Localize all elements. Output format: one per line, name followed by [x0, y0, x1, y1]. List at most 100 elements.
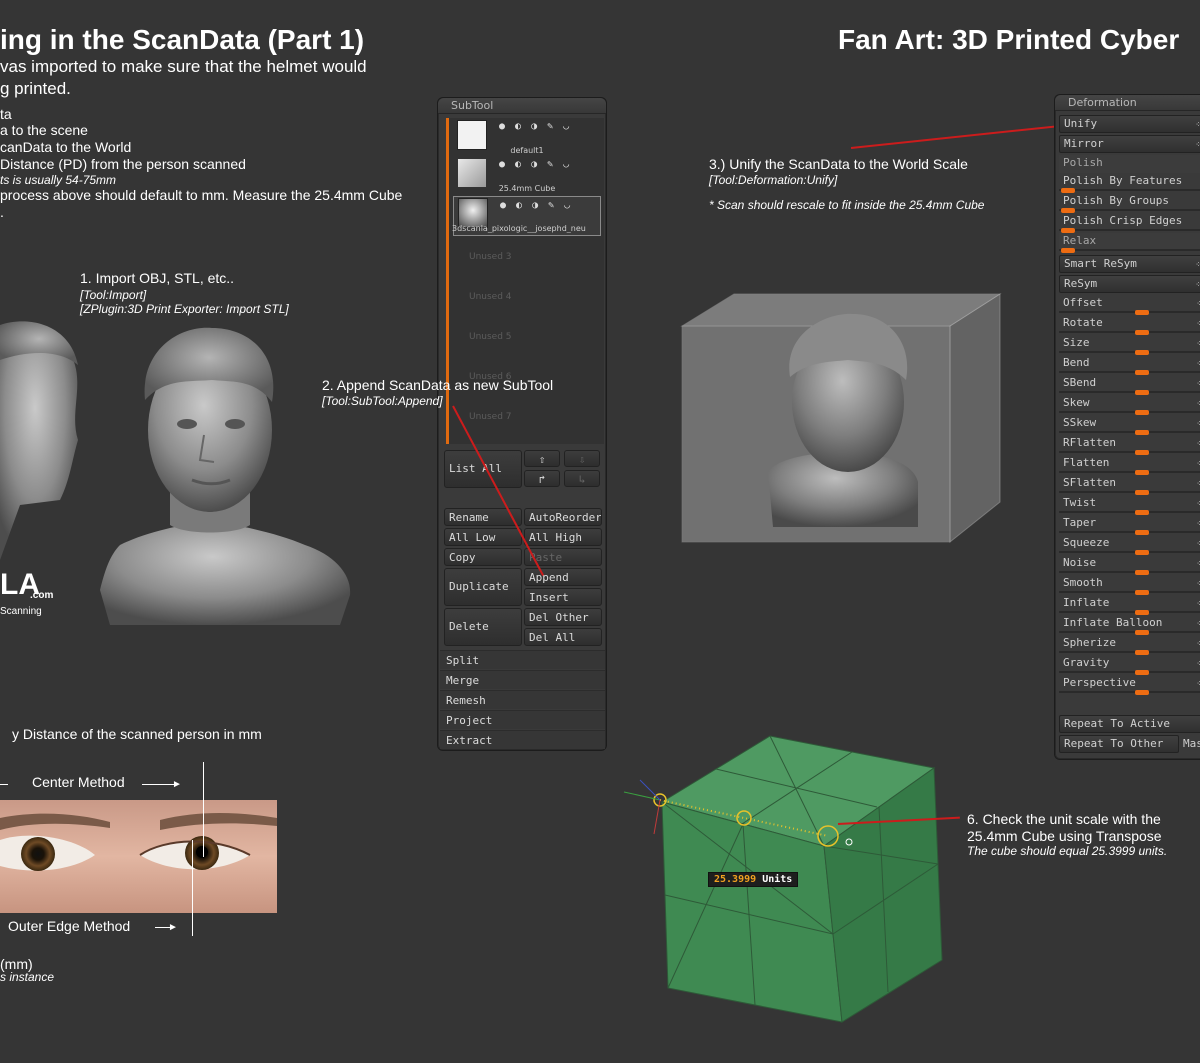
- slider-options-icon[interactable]: ⁘: [1196, 616, 1200, 632]
- deformation-slider-size[interactable]: Size ⁘: [1059, 335, 1200, 355]
- all-low-button[interactable]: All Low: [444, 528, 522, 546]
- deformation-slider-inflate-balloon[interactable]: Inflate Balloon ⁘: [1059, 615, 1200, 635]
- deformation-slider-sbend[interactable]: SBend ⁘: [1059, 375, 1200, 395]
- copy-button[interactable]: Copy: [444, 548, 522, 566]
- deformation-slider-sskew[interactable]: SSkew ⁘: [1059, 415, 1200, 435]
- slider-track[interactable]: [1059, 371, 1200, 373]
- slider-options-icon[interactable]: ⁘: [1196, 316, 1200, 332]
- slider-track[interactable]: [1059, 351, 1200, 353]
- duplicate-button[interactable]: Duplicate: [444, 568, 522, 606]
- extract-section[interactable]: Extract: [440, 730, 605, 749]
- slider-track[interactable]: [1059, 531, 1200, 533]
- deformation-slider-offset[interactable]: Offset ⁘: [1059, 295, 1200, 315]
- subtool-item-cube[interactable]: ● ◐ ◑ ✎ ◡ 25.4mm Cube: [453, 156, 601, 193]
- slider-options-icon[interactable]: ⁘: [1196, 556, 1200, 572]
- deformation-slider-noise[interactable]: Noise ⁘: [1059, 555, 1200, 575]
- subtool-visibility-icons[interactable]: ● ◐ ◑ ✎ ◡: [499, 121, 571, 132]
- subtool-item-default1[interactable]: ● ◐ ◑ ✎ ◡ default1: [453, 118, 601, 155]
- move-up-folder-icon[interactable]: ↱: [524, 470, 560, 487]
- smart-resym-button[interactable]: Smart ReSym⁘: [1059, 255, 1200, 273]
- deformation-slider-inflate[interactable]: Inflate ⁘: [1059, 595, 1200, 615]
- all-high-button[interactable]: All High: [524, 528, 602, 546]
- deformation-slider-bend[interactable]: Bend ⁘: [1059, 355, 1200, 375]
- move-down-folder-icon[interactable]: ↳: [564, 470, 600, 487]
- deformation-slider-flatten[interactable]: Flatten ⁘: [1059, 455, 1200, 475]
- move-down-icon[interactable]: ⇩: [564, 450, 600, 467]
- insert-button[interactable]: Insert: [524, 588, 602, 606]
- repeat-to-other-button[interactable]: Repeat To Other: [1059, 735, 1179, 753]
- slider-track[interactable]: [1059, 611, 1200, 613]
- slider-options-icon[interactable]: ⁘: [1196, 656, 1200, 672]
- slider-options-icon[interactable]: ⁘: [1196, 336, 1200, 352]
- deformation-slider-perspective[interactable]: Perspective ⁘: [1059, 675, 1200, 695]
- subtool-list[interactable]: ● ◐ ◑ ✎ ◡ default1 ● ◐ ◑ ✎ ◡ 25.4mm Cube…: [446, 118, 604, 444]
- deformation-slider-skew[interactable]: Skew ⁘: [1059, 395, 1200, 415]
- subtool-item-scan[interactable]: ● ◐ ◑ ✎ ◡ 3dscanla_pixologic__josephd_ne…: [452, 196, 601, 236]
- unused-slot[interactable]: Unused 7: [469, 412, 512, 422]
- deformation-slider-spherize[interactable]: Spherize ⁘: [1059, 635, 1200, 655]
- unused-slot[interactable]: Unused 4: [469, 292, 512, 302]
- polish-by-groups-slider[interactable]: Polish By Groups: [1059, 193, 1200, 213]
- repeat-to-active-button[interactable]: Repeat To Active: [1059, 715, 1200, 733]
- autoreorder-button[interactable]: AutoReorder: [524, 508, 602, 526]
- slider-track[interactable]: [1059, 591, 1200, 593]
- slider-options-icon[interactable]: ⁘: [1196, 636, 1200, 652]
- deformation-slider-sflatten[interactable]: SFlatten ⁘: [1059, 475, 1200, 495]
- del-other-button[interactable]: Del Other: [524, 608, 602, 626]
- slider-options-icon[interactable]: ⁘: [1196, 356, 1200, 372]
- slider-track[interactable]: [1059, 431, 1200, 433]
- unify-button[interactable]: Unify⁘: [1059, 115, 1200, 133]
- slider-track[interactable]: [1059, 451, 1200, 453]
- subtool-visibility-icons[interactable]: ● ◐ ◑ ✎ ◡: [499, 159, 571, 170]
- delete-button[interactable]: Delete: [444, 608, 522, 646]
- slider-track[interactable]: [1059, 311, 1200, 313]
- slider-track[interactable]: [1059, 651, 1200, 653]
- del-all-button[interactable]: Del All: [524, 628, 602, 646]
- slider-track[interactable]: [1059, 331, 1200, 333]
- unused-slot[interactable]: Unused 5: [469, 332, 512, 342]
- mask-label[interactable]: Mas: [1183, 737, 1200, 750]
- deformation-slider-rflatten[interactable]: RFlatten ⁘: [1059, 435, 1200, 455]
- slider-track[interactable]: [1059, 471, 1200, 473]
- project-section[interactable]: Project: [440, 710, 605, 729]
- slider-options-icon[interactable]: ⁘: [1196, 416, 1200, 432]
- split-section[interactable]: Split: [440, 650, 605, 669]
- move-up-icon[interactable]: ⇧: [524, 450, 560, 467]
- deformation-slider-taper[interactable]: Taper ⁘: [1059, 515, 1200, 535]
- slider-options-icon[interactable]: ⁘: [1196, 436, 1200, 452]
- deformation-slider-rotate[interactable]: Rotate ⁘: [1059, 315, 1200, 335]
- slider-track[interactable]: [1059, 631, 1200, 633]
- deformation-slider-squeeze[interactable]: Squeeze ⁘: [1059, 535, 1200, 555]
- slider-options-icon[interactable]: ⁘: [1196, 516, 1200, 532]
- slider-track[interactable]: [1059, 571, 1200, 573]
- slider-options-icon[interactable]: ⁘: [1196, 296, 1200, 312]
- slider-options-icon[interactable]: ⁘: [1196, 496, 1200, 512]
- deformation-slider-smooth[interactable]: Smooth ⁘: [1059, 575, 1200, 595]
- append-button[interactable]: Append: [524, 568, 602, 586]
- slider-track[interactable]: [1059, 491, 1200, 493]
- slider-track[interactable]: [1059, 411, 1200, 413]
- slider-track[interactable]: [1059, 691, 1200, 693]
- relax-slider[interactable]: Relax: [1059, 233, 1200, 253]
- resym-button[interactable]: ReSym⁘: [1059, 275, 1200, 293]
- slider-track[interactable]: [1059, 511, 1200, 513]
- slider-options-icon[interactable]: ⁘: [1196, 456, 1200, 472]
- merge-section[interactable]: Merge: [440, 670, 605, 689]
- slider-options-icon[interactable]: ⁘: [1196, 596, 1200, 612]
- unused-slot[interactable]: Unused 3: [469, 252, 512, 262]
- polish-crisp-edges-slider[interactable]: Polish Crisp Edges: [1059, 213, 1200, 233]
- slider-options-icon[interactable]: ⁘: [1196, 536, 1200, 552]
- subtool-visibility-icons[interactable]: ● ◐ ◑ ✎ ◡: [500, 200, 572, 211]
- remesh-section[interactable]: Remesh: [440, 690, 605, 709]
- list-all-button[interactable]: List All: [444, 450, 522, 488]
- polish-by-features-slider[interactable]: Polish By Features: [1059, 173, 1200, 193]
- slider-options-icon[interactable]: ⁘: [1196, 376, 1200, 392]
- slider-track[interactable]: [1059, 551, 1200, 553]
- slider-knob[interactable]: [1135, 690, 1149, 695]
- slider-options-icon[interactable]: ⁘: [1196, 676, 1200, 692]
- slider-options-icon[interactable]: ⁘: [1196, 396, 1200, 412]
- deformation-slider-gravity[interactable]: Gravity ⁘: [1059, 655, 1200, 675]
- mirror-button[interactable]: Mirror⁘: [1059, 135, 1200, 153]
- slider-options-icon[interactable]: ⁘: [1196, 576, 1200, 592]
- deformation-slider-twist[interactable]: Twist ⁘: [1059, 495, 1200, 515]
